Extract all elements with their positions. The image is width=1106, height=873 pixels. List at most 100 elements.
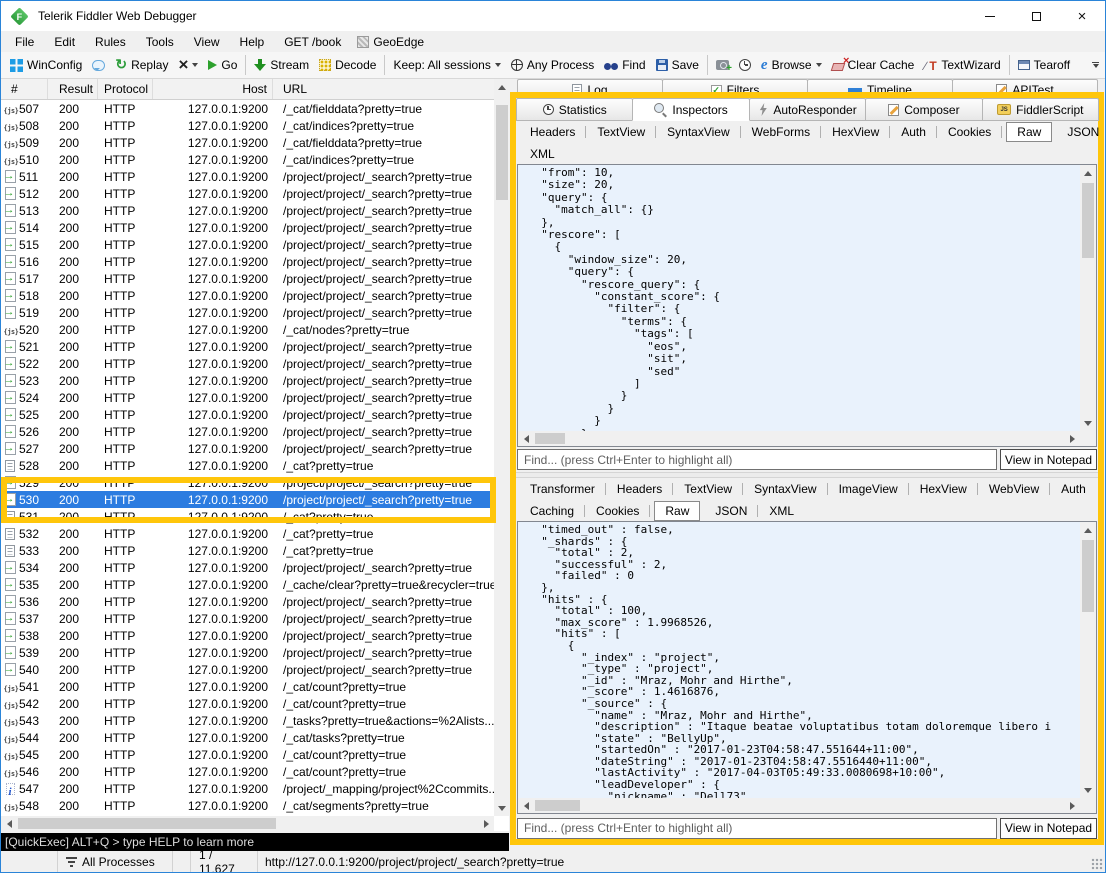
table-row[interactable]: 544 200 HTTP 127.0.0.1:9200 /_cat/tasks?… [1, 729, 494, 746]
table-row[interactable]: 510 200 HTTP 127.0.0.1:9200 /_cat/indice… [1, 151, 494, 168]
menu-item[interactable]: File [3, 31, 42, 52]
scroll-left-icon[interactable] [1, 816, 17, 832]
winconfig-button[interactable]: WinConfig [5, 53, 87, 77]
response-body-text[interactable]: "timed_out" : false, "_shards" : { "tota… [518, 522, 1080, 798]
main-tab[interactable]: FiddlerScript [982, 98, 1099, 121]
scroll-down-icon[interactable] [494, 800, 510, 816]
inspector-tab[interactable]: Raw [654, 501, 700, 521]
toolbar-overflow-button[interactable] [1092, 62, 1099, 68]
column-header-host[interactable]: Host [153, 79, 273, 99]
save-button[interactable]: Save [651, 53, 704, 77]
resize-grip[interactable] [1091, 858, 1103, 870]
table-row[interactable]: 523 200 HTTP 127.0.0.1:9200 /project/pro… [1, 372, 494, 389]
scroll-left-icon[interactable] [518, 431, 534, 447]
process-filter[interactable]: All Processes [58, 851, 173, 872]
find-input[interactable] [517, 449, 997, 470]
scrollbar-thumb[interactable] [1082, 183, 1094, 258]
menu-item[interactable]: Edit [42, 31, 83, 52]
table-row[interactable]: 538 200 HTTP 127.0.0.1:9200 /project/pro… [1, 627, 494, 644]
scrollbar-thumb[interactable] [535, 433, 565, 444]
close-button[interactable]: × [1059, 1, 1105, 31]
table-row[interactable]: 512 200 HTTP 127.0.0.1:9200 /project/pro… [1, 185, 494, 202]
session-list-vertical-scrollbar[interactable] [494, 79, 510, 816]
scroll-right-icon[interactable] [1064, 431, 1080, 447]
response-horizontal-scrollbar[interactable] [518, 798, 1096, 813]
table-row[interactable]: 536 200 HTTP 127.0.0.1:9200 /project/pro… [1, 593, 494, 610]
scrollbar-thumb[interactable] [18, 818, 276, 829]
menu-item[interactable]: GeoEdge [349, 31, 432, 52]
table-row[interactable]: 540 200 HTTP 127.0.0.1:9200 /project/pro… [1, 661, 494, 678]
stream-button[interactable]: Stream [249, 53, 314, 77]
inspector-tab[interactable]: Auth [1050, 480, 1097, 498]
find-button[interactable]: Find [599, 53, 650, 77]
table-row[interactable]: 539 200 HTTP 127.0.0.1:9200 /project/pro… [1, 644, 494, 661]
inspector-tab[interactable]: JSON [704, 502, 758, 520]
inspector-tab[interactable]: SyntaxView [743, 480, 827, 498]
table-row[interactable]: 508 200 HTTP 127.0.0.1:9200 /_cat/indice… [1, 117, 494, 134]
quickexec-bar[interactable]: [QuickExec] ALT+Q > type HELP to learn m… [1, 833, 509, 851]
browse-button[interactable]: Browse [756, 53, 827, 77]
column-header-result[interactable]: Result [48, 79, 98, 99]
inspector-tab[interactable]: Cookies [937, 123, 1002, 141]
main-tab[interactable]: Inspectors [632, 98, 749, 121]
request-horizontal-scrollbar[interactable] [518, 431, 1096, 446]
tab-overflow[interactable]: Timeline [807, 79, 953, 93]
menu-item[interactable]: Help [228, 31, 273, 52]
table-row[interactable]: 526 200 HTTP 127.0.0.1:9200 /project/pro… [1, 423, 494, 440]
inspector-tab[interactable]: JSON [1056, 123, 1106, 141]
table-row[interactable]: 530 200 HTTP 127.0.0.1:9200 /project/pro… [1, 491, 494, 508]
table-row[interactable]: 527 200 HTTP 127.0.0.1:9200 /project/pro… [1, 440, 494, 457]
scroll-right-icon[interactable] [478, 816, 494, 832]
inspector-tab[interactable]: Headers [519, 123, 586, 141]
menu-item[interactable]: View [182, 31, 228, 52]
table-row[interactable]: 517 200 HTTP 127.0.0.1:9200 /project/pro… [1, 270, 494, 287]
keep-sessions-dropdown[interactable]: Keep: All sessions [388, 53, 505, 77]
inspector-tab[interactable]: WebForms [741, 123, 821, 141]
table-row[interactable]: 507 200 HTTP 127.0.0.1:9200 /_cat/fieldd… [1, 100, 494, 117]
table-row[interactable]: 534 200 HTTP 127.0.0.1:9200 /project/pro… [1, 559, 494, 576]
table-row[interactable]: 511 200 HTTP 127.0.0.1:9200 /project/pro… [1, 168, 494, 185]
any-process-button[interactable]: Any Process [506, 53, 599, 77]
table-row[interactable]: 509 200 HTTP 127.0.0.1:9200 /_cat/fieldd… [1, 134, 494, 151]
scroll-up-icon[interactable] [494, 79, 510, 95]
inspector-tab[interactable]: SyntaxView [656, 123, 740, 141]
go-button[interactable]: Go [203, 53, 242, 77]
view-in-notepad-button[interactable]: View in Notepad [1000, 818, 1097, 839]
table-row[interactable]: 548 200 HTTP 127.0.0.1:9200 /_cat/segmen… [1, 797, 494, 814]
scroll-up-icon[interactable] [1080, 522, 1096, 538]
menu-item[interactable]: Tools [134, 31, 182, 52]
scrollbar-thumb[interactable] [496, 105, 508, 200]
maximize-button[interactable] [1013, 1, 1059, 31]
tab-overflow[interactable]: APITest [952, 79, 1098, 93]
screenshot-button[interactable] [711, 53, 734, 77]
inspector-tab[interactable]: Transformer [519, 480, 606, 498]
inspector-tab[interactable]: WebView [978, 480, 1050, 498]
table-row[interactable]: 515 200 HTTP 127.0.0.1:9200 /project/pro… [1, 236, 494, 253]
inspector-tab[interactable]: Auth [890, 123, 937, 141]
find-input[interactable] [517, 818, 997, 839]
table-row[interactable]: 546 200 HTTP 127.0.0.1:9200 /_cat/count?… [1, 763, 494, 780]
scrollbar-thumb[interactable] [535, 800, 580, 811]
replay-button[interactable]: Replay [110, 53, 173, 77]
table-row[interactable]: 533 200 HTTP 127.0.0.1:9200 /_cat?pretty… [1, 542, 494, 559]
scroll-down-icon[interactable] [1080, 782, 1096, 798]
column-header-number[interactable]: # [1, 79, 48, 99]
table-row[interactable]: 543 200 HTTP 127.0.0.1:9200 /_tasks?pret… [1, 712, 494, 729]
table-row[interactable]: 520 200 HTTP 127.0.0.1:9200 /_cat/nodes?… [1, 321, 494, 338]
menu-item[interactable]: Rules [83, 31, 134, 52]
table-row[interactable]: 514 200 HTTP 127.0.0.1:9200 /project/pro… [1, 219, 494, 236]
request-vertical-scrollbar[interactable] [1080, 165, 1096, 431]
capturing-toggle[interactable] [1, 851, 58, 872]
scrollbar-thumb[interactable] [1082, 540, 1094, 612]
scroll-left-icon[interactable] [518, 798, 534, 814]
scroll-up-icon[interactable] [1080, 165, 1096, 181]
scroll-down-icon[interactable] [1080, 415, 1096, 431]
remove-sessions-button[interactable] [173, 53, 203, 77]
timer-button[interactable] [734, 53, 756, 77]
inspector-tab[interactable]: XML [519, 145, 566, 163]
menu-item[interactable]: GET /book [272, 31, 349, 52]
table-row[interactable]: 531 200 HTTP 127.0.0.1:9200 /_cat?pretty… [1, 508, 494, 525]
session-list-horizontal-scrollbar[interactable] [1, 816, 494, 831]
table-row[interactable]: 529 200 HTTP 127.0.0.1:9200 /project/pro… [1, 474, 494, 491]
decode-button[interactable]: Decode [314, 53, 381, 77]
